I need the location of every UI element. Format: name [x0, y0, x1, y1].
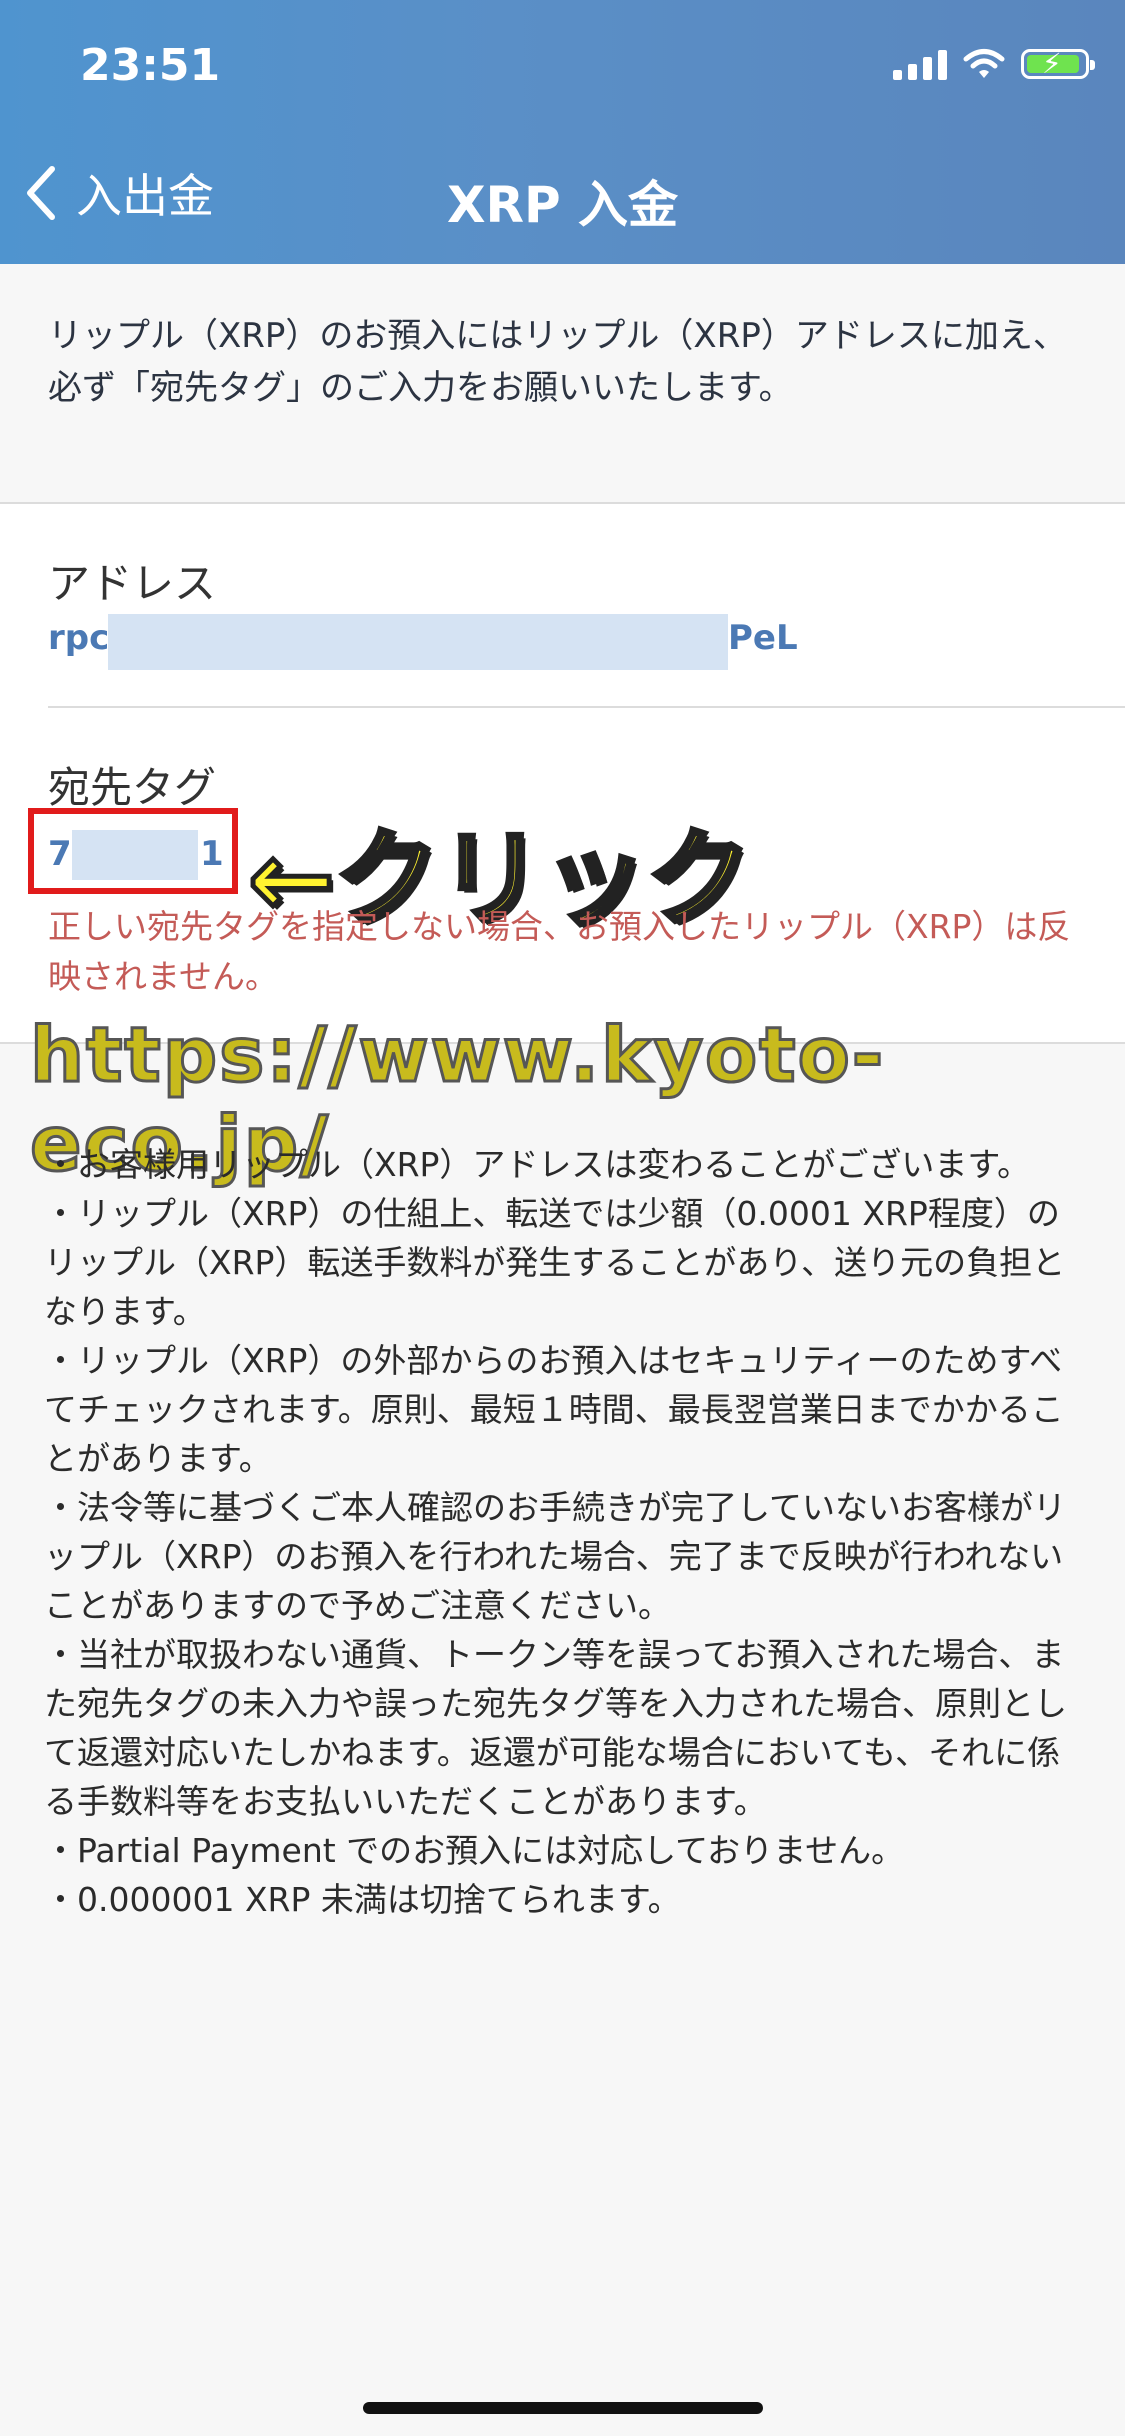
note-item: ・Partial Payment でのお預入には対応しておりません。 [44, 1831, 905, 1870]
deposit-info-card: アドレス rpc PeL 宛先タグ 7 1 ←クリック 正しい宛先タグを指定しな… [0, 502, 1125, 1044]
address-label: アドレス [48, 559, 217, 608]
note-item: ・リップル（XRP）の仕組上、転送では少額（0.0001 XRP程度）のリップル… [44, 1194, 1066, 1331]
intro-text: リップル（XRP）のお預入にはリップル（XRP）アドレスに加え、必ず「宛先タグ」… [0, 264, 1125, 502]
page-title: XRP 入金 [446, 176, 679, 234]
note-item: ・お客様用リップル（XRP）アドレスは変わることがございます。 [44, 1145, 1031, 1184]
battery-icon: ⚡ [1021, 47, 1095, 80]
note-item: ・当社が取扱わない通貨、トークン等を誤ってお預入された場合、また宛先タグの未入力… [44, 1635, 1067, 1821]
status-time: 23:51 [80, 40, 221, 91]
destination-tag-label: 宛先タグ [48, 763, 217, 812]
divider [48, 706, 1125, 708]
address-redacted [108, 614, 728, 670]
address-value-suffix[interactable]: PeL [728, 618, 798, 658]
home-indicator[interactable] [363, 2402, 763, 2414]
highlight-box [28, 808, 238, 894]
status-icons: ⚡ [893, 47, 1095, 80]
app-header: 23:51 ⚡ 入出金 XRP 入金 [0, 0, 1125, 264]
address-value-prefix[interactable]: rpc [48, 618, 109, 658]
notes-section: ・お客様用リップル（XRP）アドレスは変わることがございます。 ・リップル（XR… [44, 1140, 1084, 1924]
destination-tag-warning: 正しい宛先タグを指定しない場合、お預入したリップル（XRP）は反映されません。 [48, 907, 1071, 996]
note-item: ・法令等に基づくご本人確認のお手続きが完了していないお客様がリップル（XRP）の… [44, 1488, 1067, 1625]
note-item: ・0.000001 XRP 未満は切捨てられます。 [44, 1880, 681, 1919]
note-item: ・リップル（XRP）の外部からのお預入はセキュリティーのためすべてチェックされま… [44, 1341, 1064, 1478]
wifi-icon [963, 49, 1005, 78]
cellular-signal-icon [893, 48, 947, 80]
